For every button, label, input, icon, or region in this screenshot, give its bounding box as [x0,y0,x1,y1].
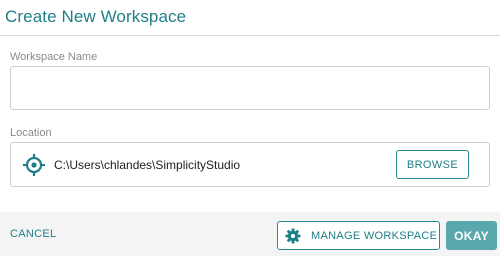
dialog-header: Create New Workspace [0,0,500,36]
dialog-body: Workspace Name Location C:\Users\chlande… [0,36,500,212]
gear-icon [285,228,301,244]
cancel-button[interactable]: CANCEL [10,228,56,240]
location-path: C:\Users\chlandes\SimplicityStudio [54,158,241,172]
manage-workspace-button[interactable]: MANAGE WORKSPACE [277,221,440,250]
dialog-title: Create New Workspace [5,7,187,26]
workspace-name-label: Workspace Name [10,51,98,63]
dialog-footer: CANCEL MANAGE WORKSPACE OKAY [0,212,500,256]
location-label: Location [10,127,52,139]
browse-button[interactable]: BROWSE [396,150,469,179]
workspace-name-input[interactable] [10,66,490,110]
target-icon [22,153,46,177]
location-field: C:\Users\chlandes\SimplicityStudio BROWS… [10,142,490,187]
okay-button[interactable]: OKAY [446,221,497,250]
manage-workspace-label: MANAGE WORKSPACE [311,229,438,242]
